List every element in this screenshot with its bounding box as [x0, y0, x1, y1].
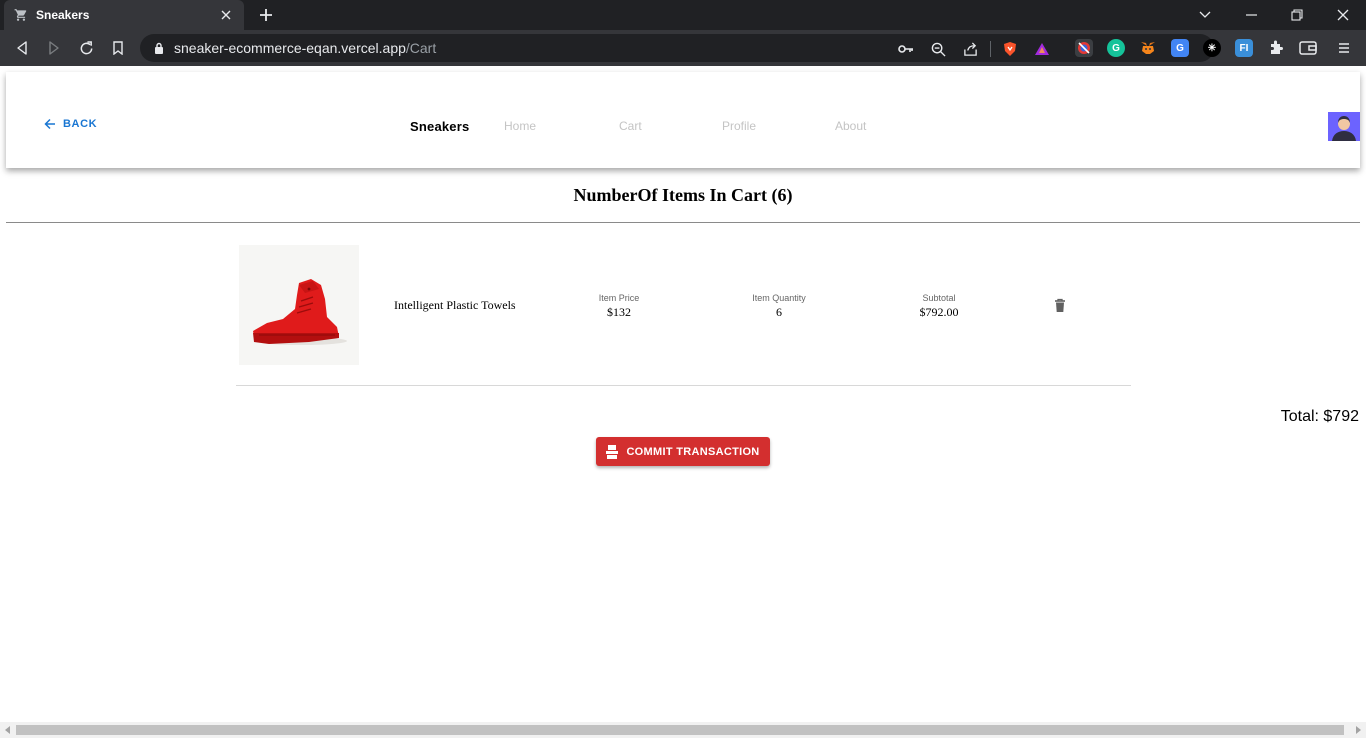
cart-favicon-icon: [14, 8, 28, 22]
cart-item-row: Intelligent Plastic Towels Item Price $1…: [236, 240, 1131, 386]
nav-cart[interactable]: Cart: [619, 119, 642, 133]
share-icon[interactable]: [962, 41, 978, 57]
asterisk-extension-icon[interactable]: ✳: [1203, 39, 1221, 57]
item-quantity-value: 6: [776, 305, 782, 319]
arrow-left-icon: [44, 118, 55, 130]
tab-search-icon[interactable]: [1182, 0, 1228, 30]
address-bar[interactable]: sneaker-ecommerce-eqan.vercel.app/Cart: [140, 34, 1214, 62]
browser-tab[interactable]: Sneakers: [4, 0, 244, 30]
restore-icon[interactable]: [1274, 0, 1320, 30]
user-avatar-icon: [1332, 116, 1356, 141]
tab-close-icon[interactable]: [218, 7, 234, 23]
product-name: Intelligent Plastic Towels: [394, 298, 516, 312]
cart-total: Total: $792: [1280, 408, 1359, 425]
commit-transaction-button[interactable]: COMMIT TRANSACTION: [596, 437, 770, 466]
wallet-icon[interactable]: [1299, 39, 1317, 57]
blocker-extension-icon[interactable]: [1075, 39, 1093, 57]
browser-tab-bar: Sneakers: [0, 0, 1366, 30]
new-tab-icon[interactable]: [256, 5, 276, 25]
avatar[interactable]: [1328, 112, 1360, 141]
brave-shield-icon[interactable]: [1002, 41, 1018, 57]
tab-title: Sneakers: [36, 8, 90, 22]
metamask-icon[interactable]: [1139, 39, 1157, 57]
grammarly-icon[interactable]: G: [1107, 39, 1125, 57]
cart-heading: NumberOf Items In Cart (6): [573, 185, 793, 205]
brave-rewards-icon[interactable]: [1034, 41, 1050, 57]
key-icon[interactable]: [898, 41, 914, 57]
extensions-puzzle-icon[interactable]: [1267, 39, 1285, 57]
nav-home[interactable]: Home: [504, 119, 536, 133]
item-divider: [236, 385, 1131, 386]
commit-transaction-label: COMMIT TRANSACTION: [626, 445, 760, 458]
subtotal-label: Subtotal: [922, 293, 956, 303]
page: BACK Sneakers Home Cart Profile About Nu…: [0, 66, 1366, 722]
minimize-icon[interactable]: [1228, 0, 1274, 30]
close-window-icon[interactable]: [1320, 0, 1366, 30]
item-price-value: $132: [607, 305, 631, 319]
nav-profile[interactable]: Profile: [722, 119, 756, 133]
item-quantity-column: Item Quantity 6: [744, 293, 814, 320]
forward-arrow-icon[interactable]: [44, 38, 64, 58]
scroll-right-icon[interactable]: [1353, 725, 1363, 735]
back-arrow-icon[interactable]: [12, 38, 32, 58]
lock-icon: [152, 41, 166, 55]
subtotal-value: $792.00: [919, 305, 959, 319]
url-host: sneaker-ecommerce-eqan.vercel.app: [174, 40, 406, 56]
fi-extension-icon[interactable]: FI: [1235, 39, 1253, 57]
google-translate-icon[interactable]: G: [1171, 39, 1189, 57]
zoom-icon[interactable]: [930, 41, 946, 57]
url-path: /Cart: [405, 40, 437, 56]
menu-kebab-icon[interactable]: [1335, 39, 1353, 57]
red-sneaker-image: [239, 245, 359, 365]
subtotal-column: Subtotal $792.00: [914, 293, 964, 320]
scroll-left-icon[interactable]: [3, 725, 13, 735]
delete-item-icon[interactable]: [1053, 297, 1067, 313]
back-button[interactable]: BACK: [44, 118, 97, 130]
browser-toolbar: sneaker-ecommerce-eqan.vercel.app/Cart G…: [0, 30, 1366, 66]
brand-logo-text[interactable]: Sneakers: [410, 119, 469, 134]
reload-icon[interactable]: [76, 38, 96, 58]
omnibox-divider: [990, 41, 991, 57]
product-image: [239, 245, 359, 365]
item-price-label: Item Price: [598, 293, 640, 303]
item-price-column: Item Price $132: [592, 293, 646, 320]
receipt-icon: [606, 444, 619, 459]
item-quantity-label: Item Quantity: [752, 293, 806, 303]
heading-divider: [6, 222, 1360, 223]
bookmark-icon[interactable]: [108, 38, 128, 58]
nav-about[interactable]: About: [835, 119, 866, 133]
app-header: BACK Sneakers Home Cart Profile About: [6, 72, 1360, 168]
back-label: BACK: [63, 118, 98, 130]
horizontal-scrollbar[interactable]: [0, 722, 1366, 738]
scrollbar-thumb[interactable]: [16, 725, 1344, 735]
